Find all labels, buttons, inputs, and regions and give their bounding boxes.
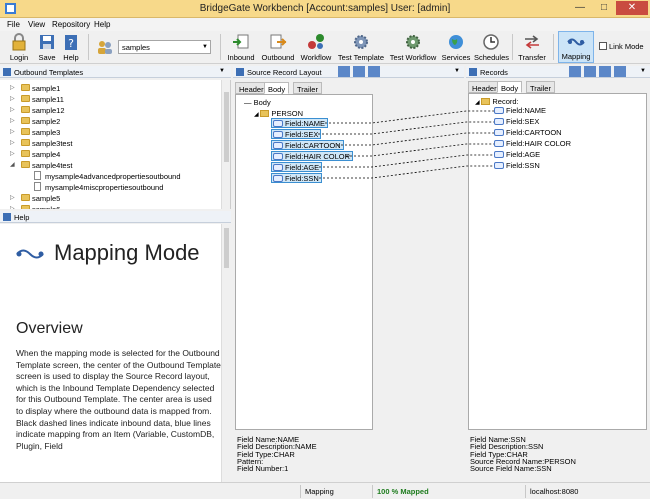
status-server: localhost:8080 — [525, 485, 585, 498]
mapping-line-cartoon — [337, 132, 494, 146]
mapping-line-age — [319, 154, 494, 168]
mapping-line-name — [325, 110, 494, 124]
status-mode: Mapping — [300, 485, 370, 498]
status-mapped: 100 % Mapped — [372, 485, 467, 498]
mapping-line-ssn — [319, 165, 494, 179]
mapping-line-sex — [318, 121, 494, 135]
mapping-lines — [318, 110, 494, 179]
mapping-line-hair-color — [346, 143, 494, 157]
status-bar: Mapping 100 % Mapped localhost:8080 — [0, 482, 650, 499]
